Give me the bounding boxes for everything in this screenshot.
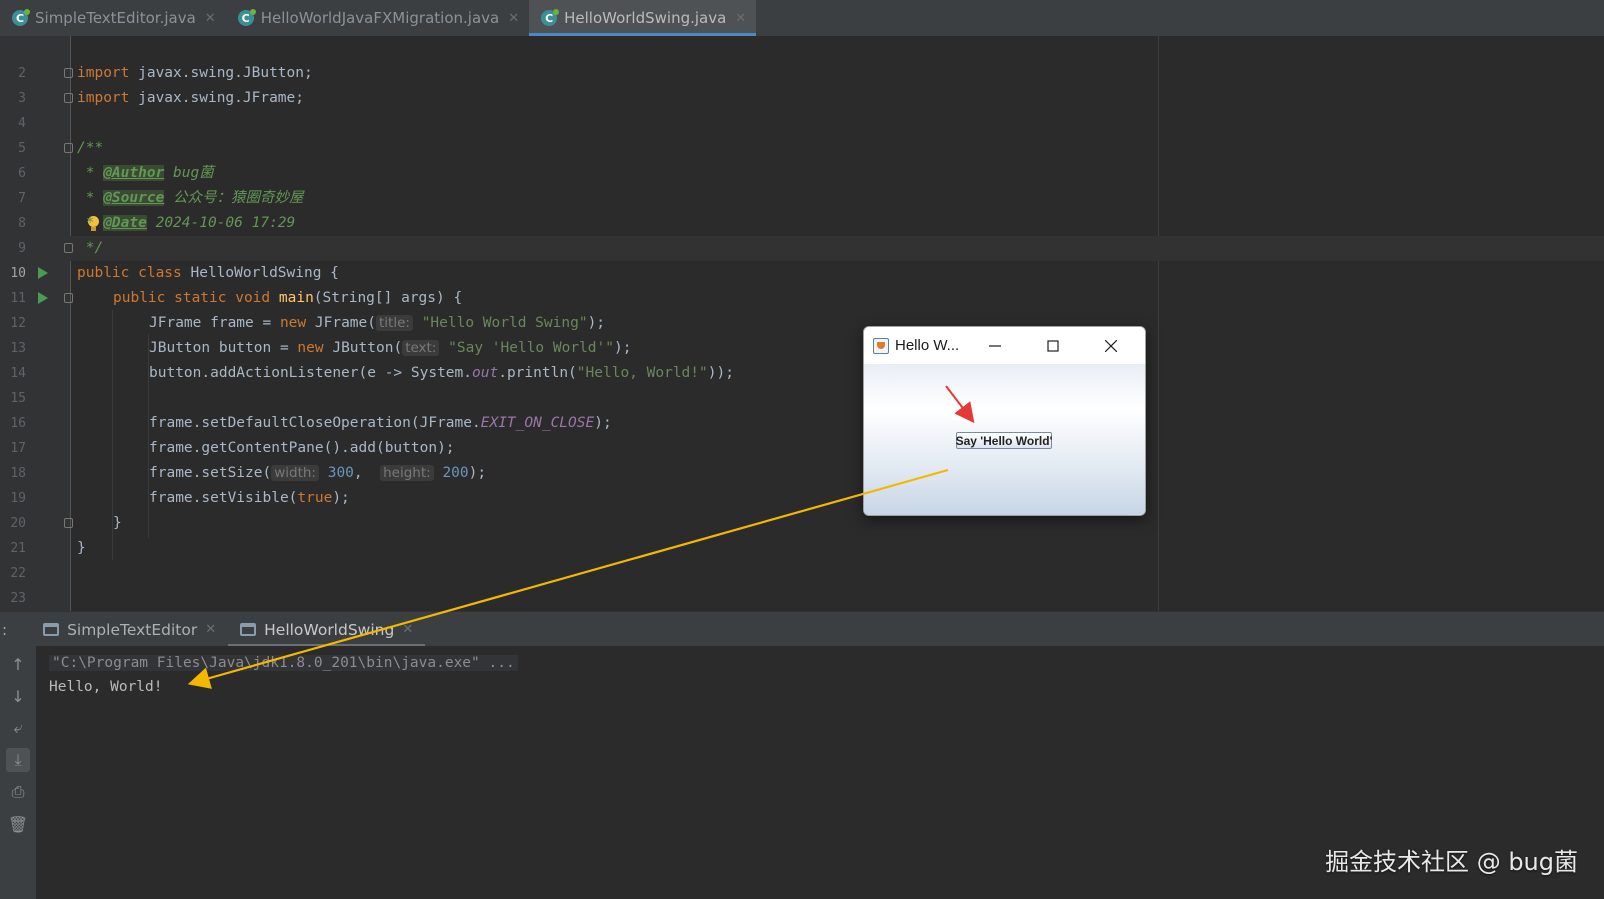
application-icon (43, 623, 60, 636)
tab-label: SimpleTextEditor.java (35, 9, 196, 27)
close-icon[interactable]: ✕ (508, 11, 519, 26)
close-icon (1105, 339, 1117, 352)
code-line: 17 frame.setDefaultCloseOperation(JFrame… (10, 415, 612, 456)
tab-label: HelloWorldSwing.java (564, 9, 727, 27)
watermark: 掘金技术社区 @ bug菌 (1325, 848, 1578, 876)
code-line: 20 frame.setVisible(true); (10, 490, 350, 531)
code-line: 16 (10, 416, 26, 431)
minimize-icon (989, 344, 1001, 347)
tab-simple-text-editor[interactable]: C SimpleTextEditor.java ✕ (0, 0, 226, 36)
minimize-button[interactable] (972, 327, 1018, 364)
fold-icon[interactable] (64, 143, 73, 153)
editor-tab-bar: C SimpleTextEditor.java ✕ C HelloWorldJa… (0, 0, 1604, 37)
tab-label: HelloWorldJavaFXMigration.java (260, 9, 500, 27)
code-line: 11 public class HelloWorldSwing { (10, 265, 339, 306)
run-tool-window-tabs: : SimpleTextEditor ✕ HelloWorldSwing ✕ (0, 611, 1604, 647)
fold-icon[interactable] (64, 93, 73, 103)
maximize-icon (1047, 339, 1059, 352)
fold-icon[interactable] (64, 68, 73, 78)
code-line: 4 import javax.swing.JFrame; (18, 90, 304, 131)
print-icon[interactable]: ⎙ (6, 780, 30, 804)
code-editor[interactable]: 2 3 import javax.swing.JButton; 4 import… (0, 36, 1604, 611)
soft-wrap-icon[interactable]: ⤶ (6, 716, 30, 740)
arrow-down-icon[interactable]: ↓ (6, 684, 30, 708)
parameter-hint: width: (271, 465, 319, 481)
close-icon[interactable]: ✕ (205, 622, 216, 637)
console-toolbar: ↑ ↓ ⤶ ⤓ ⎙ 🗑 (0, 646, 37, 899)
run-tab-hello-world-swing[interactable]: HelloWorldSwing ✕ (228, 612, 426, 647)
code-line: 13 JFrame frame = new JFrame(title: "Hel… (10, 315, 606, 356)
parameter-hint: title: (376, 315, 413, 331)
maximize-button[interactable] (1030, 327, 1076, 364)
tab-hello-world-swing[interactable]: C HelloWorldSwing.java ✕ (529, 0, 757, 36)
fold-icon[interactable] (64, 293, 73, 303)
close-icon[interactable]: ✕ (402, 622, 413, 637)
run-tab-simple-text-editor[interactable]: SimpleTextEditor ✕ (31, 612, 228, 647)
close-icon[interactable]: ✕ (735, 11, 746, 26)
swing-window-title: Hello W... (895, 337, 960, 354)
code-line: 18 frame.getContentPane().add(button); (10, 440, 455, 481)
code-line: 21 } (10, 515, 122, 556)
fold-icon[interactable] (64, 518, 73, 528)
code-line: 2 (18, 66, 26, 81)
console-command-line[interactable]: "C:\Program Files\Java\jdk1.8.0_201\bin\… (49, 655, 518, 671)
code-line: 12 public static void main(String[] args… (10, 290, 463, 331)
parameter-hint: text: (402, 340, 440, 356)
code-line: 23 (10, 591, 26, 606)
arrow-up-icon[interactable]: ↑ (6, 652, 30, 676)
java-class-icon: C (237, 9, 256, 26)
swing-content-pane: Say 'Hello World' (864, 364, 1145, 515)
code-line: 7 * @Author bug菌 (18, 165, 214, 206)
application-icon (240, 623, 257, 636)
code-line: 3 import javax.swing.JButton; (18, 65, 313, 106)
fold-icon[interactable] (64, 243, 73, 253)
code-line: 5 (18, 141, 26, 156)
java-class-icon: C (12, 9, 30, 26)
trash-icon[interactable]: 🗑 (6, 812, 30, 836)
close-button[interactable] (1088, 327, 1134, 364)
code-line: 14 JButton button = new JButton(text: "S… (10, 340, 632, 381)
code-line: 8 * @Source 公众号：猿圈奇妙屋 (18, 190, 304, 231)
tab-hello-world-javafx-migration[interactable]: C HelloWorldJavaFXMigration.java ✕ (226, 0, 529, 36)
code-line: 10 */ (10, 240, 104, 281)
swing-title-bar[interactable]: Hello W... (864, 327, 1145, 365)
scroll-to-end-icon[interactable]: ⤓ (6, 748, 30, 772)
java-app-icon (873, 337, 889, 354)
parameter-hint: height: (380, 465, 434, 481)
say-hello-world-button[interactable]: Say 'Hello World' (956, 432, 1052, 449)
code-line: 6 /** (18, 140, 104, 181)
code-line: 22 } (10, 540, 86, 581)
code-line: 9 * @Date 2024-10-06 17:29 (18, 215, 296, 256)
code-line: 15 button.addActionListener(e -> System.… (10, 365, 734, 406)
java-class-icon: C (541, 9, 560, 26)
console-output-line: Hello, World! (49, 679, 163, 695)
code-line: 19 frame.setSize(width: 300, height: 200… (10, 465, 487, 506)
run-icon[interactable] (38, 292, 48, 304)
close-icon[interactable]: ✕ (205, 11, 216, 26)
swing-window[interactable]: Hello W... Say 'Hello World' (863, 326, 1146, 516)
run-icon[interactable] (38, 267, 48, 279)
